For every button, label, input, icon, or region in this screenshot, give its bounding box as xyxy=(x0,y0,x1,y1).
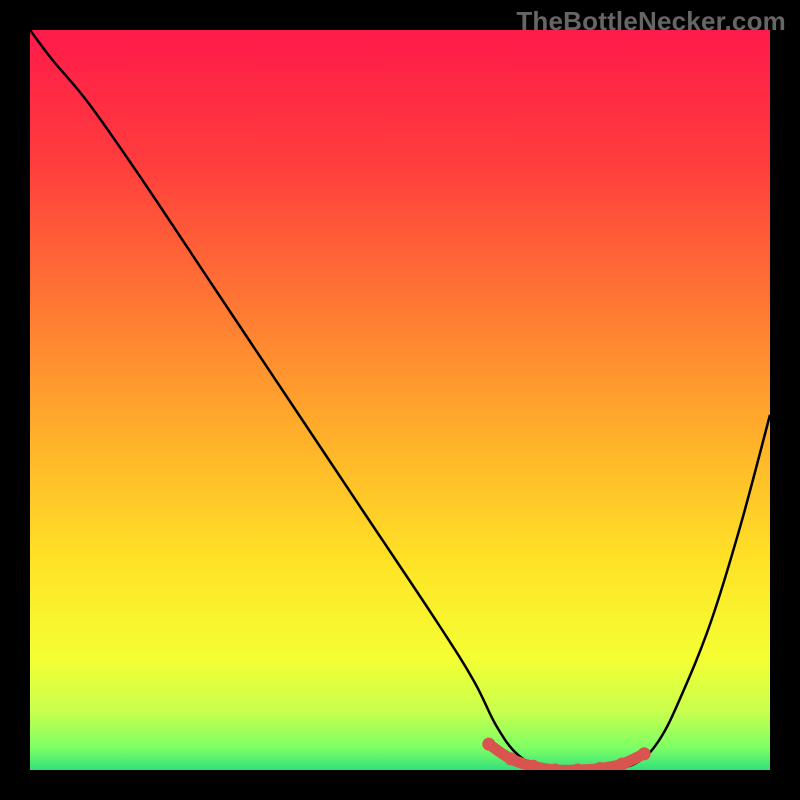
chart-frame: TheBottleNecker.com xyxy=(0,0,800,800)
highlight-dot xyxy=(505,752,518,765)
plot-area xyxy=(30,30,770,770)
highlight-dot xyxy=(638,747,651,760)
highlight-dot xyxy=(482,738,495,751)
gradient-rect xyxy=(30,30,770,770)
chart-svg xyxy=(30,30,770,770)
watermark-text: TheBottleNecker.com xyxy=(516,6,786,37)
highlight-dot xyxy=(616,758,629,770)
